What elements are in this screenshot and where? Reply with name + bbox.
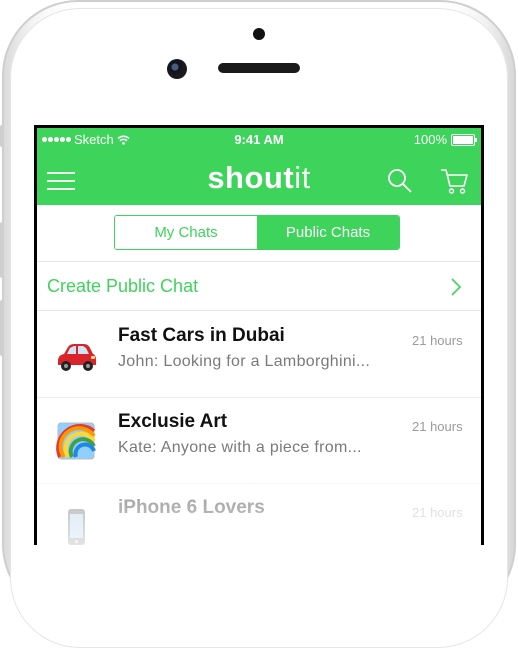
chat-row[interactable]: iPhone 6 Lovers 21 hours [37,483,481,545]
chat-tabs: My Chats Public Chats [114,215,400,250]
chat-row[interactable]: Fast Cars in Dubai John: Looking for a L… [37,311,481,398]
chat-time: 21 hours [412,419,463,434]
tab-my-chats[interactable]: My Chats [115,216,257,249]
chat-preview: John: Looking for a Lamborghini... [118,353,371,370]
screen: Sketch 9:41 AM 100% shoutit My Chats Pub… [34,125,484,545]
status-right: 100% [413,132,477,147]
logo-bold: shout [207,160,295,195]
create-public-chat-label: Create Public Chat [47,276,199,296]
volume-up-button [0,222,4,278]
chat-time: 21 hours [412,505,463,520]
front-camera [167,59,187,79]
logo-light: it [294,160,311,195]
battery-percent: 100% [413,132,447,147]
app-logo: shoutit [37,160,481,196]
status-bar: Sketch 9:41 AM 100% [37,128,481,150]
chat-tabs-bar: My Chats Public Chats [37,205,481,262]
proximity-sensor [253,28,265,40]
earpiece-speaker [218,63,300,73]
chat-title: Fast Cars in Dubai [118,325,285,346]
chat-time: 21 hours [412,333,463,348]
phone-emoji-icon [68,509,85,545]
create-public-chat-row[interactable]: Create Public Chat [37,262,481,311]
battery-icon [451,133,477,146]
chat-title: iPhone 6 Lovers [118,497,265,518]
chevron-right-icon [451,278,462,296]
chat-preview: Kate: Anyone with a piece from... [118,439,362,456]
app-header: Sketch 9:41 AM 100% shoutit [37,128,481,205]
search-icon[interactable] [386,167,414,195]
rainbow-emoji-icon [56,422,96,460]
volume-down-button [0,300,4,356]
app-screen: Sketch 9:41 AM 100% shoutit My Chats Pub… [37,128,481,545]
cart-icon[interactable] [439,167,469,195]
chat-title: Exclusie Art [118,411,228,432]
chat-row[interactable]: Exclusie Art Kate: Anyone with a piece f… [37,397,481,484]
tab-public-chats[interactable]: Public Chats [257,216,399,249]
mute-switch [0,125,4,147]
car-emoji-icon [58,344,96,371]
